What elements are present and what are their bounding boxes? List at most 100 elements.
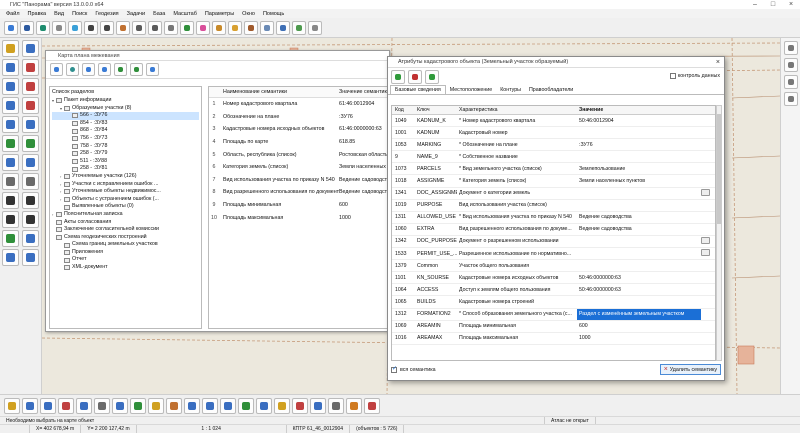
tree-item[interactable]: › Уточняемые участки (126)	[52, 173, 199, 181]
measure-icon[interactable]	[212, 20, 226, 35]
data-control-toggle[interactable]: контроль данных	[669, 73, 720, 79]
attribute-row[interactable]: 1060 EXTRA Вид разрешенного использования …	[392, 224, 715, 236]
chain-icon[interactable]	[2, 230, 19, 247]
text-icon[interactable]	[2, 116, 19, 133]
edit-value-button[interactable]	[701, 249, 710, 257]
boundary-icon[interactable]	[184, 397, 200, 414]
attribute-row[interactable]: 1065 BUILDS Кадастровые номера строений	[392, 296, 715, 309]
plan-help-icon[interactable]	[66, 63, 79, 76]
fit-icon[interactable]	[783, 92, 798, 106]
menu-file[interactable]: Файл	[2, 11, 24, 17]
attribute-value[interactable]: 600	[577, 323, 701, 329]
tab-basic-info[interactable]: Базовые сведения	[390, 85, 446, 94]
cancel-x-icon[interactable]	[408, 70, 422, 84]
attribute-value[interactable]: Ведение садоводства	[577, 226, 701, 232]
zoom-one-icon[interactable]	[164, 20, 178, 35]
tree-item[interactable]: 756 - :ЗУ73	[52, 135, 199, 143]
tree-item[interactable]: XML-документ	[52, 264, 199, 272]
cut-icon[interactable]	[21, 97, 39, 114]
move-point-icon[interactable]	[21, 59, 39, 76]
attribute-row[interactable]: 9 NAME_9 * Собственное название	[392, 151, 715, 164]
attribute-row[interactable]: 1311 ALLOWED_USE * Вид использования участ…	[392, 212, 715, 224]
plan-settings-icon[interactable]	[146, 63, 159, 76]
info-tool-icon[interactable]	[112, 397, 128, 414]
tree-item[interactable]: › Пояснительная записка	[52, 211, 199, 219]
arrow-back-icon[interactable]	[21, 249, 39, 266]
attribute-row[interactable]: 1101 KN_SOURSE Кадастровые номера исходных…	[392, 272, 715, 285]
tree-item[interactable]: Выявленные объекты (0)	[52, 203, 199, 211]
plot-icon[interactable]	[292, 397, 308, 414]
gear-icon[interactable]	[346, 397, 362, 414]
attribute-row[interactable]: 1073 PARCELS * Вид земельного участка (спи…	[392, 163, 715, 176]
help-question-icon[interactable]	[425, 70, 439, 84]
semantics-row[interactable]: 3 Кадастровые номера исходных объектов 61:…	[209, 123, 387, 136]
plan-export-icon[interactable]	[114, 63, 127, 76]
attribute-value[interactable]: Земли населенных пунктов	[577, 178, 701, 184]
report-icon[interactable]	[328, 397, 344, 414]
edit-icon[interactable]	[276, 20, 290, 35]
attribute-row[interactable]: 1018 ASSIGNME * Категория земель (список) З…	[392, 175, 715, 188]
tree-item[interactable]: Схема границ земельных участков	[52, 241, 199, 249]
tab-owners[interactable]: Правообладатели	[525, 86, 577, 94]
add-point-icon[interactable]	[2, 78, 19, 95]
rotate-icon[interactable]	[2, 135, 19, 152]
group-select-icon[interactable]	[76, 397, 92, 414]
all-semantics-checkbox[interactable]: ✓	[391, 366, 397, 373]
zoom-in-icon[interactable]	[132, 20, 146, 35]
tree-item[interactable]: 258 - :ЗУ81	[52, 165, 199, 173]
menu-tasks[interactable]: Задачи	[123, 11, 149, 17]
house-icon[interactable]	[166, 397, 182, 414]
semantics-row[interactable]: 10 Площадь максимальная 1000	[209, 211, 387, 224]
menu-help[interactable]: Помощь	[259, 11, 288, 17]
tree-item[interactable]: 854 - :ЗУ83	[52, 120, 199, 128]
object-info-icon[interactable]	[116, 20, 130, 35]
tree-item[interactable]: Заключение согласительной комиссии	[52, 226, 199, 234]
snap-icon[interactable]	[21, 173, 39, 190]
xml-export-icon[interactable]	[130, 397, 146, 414]
undo-icon[interactable]	[21, 230, 39, 247]
palette-icon[interactable]	[196, 20, 210, 35]
pencil-icon[interactable]	[2, 40, 19, 57]
data-control-checkbox[interactable]	[669, 73, 676, 79]
attribute-row[interactable]: 1342 DOC_PURPOSE Документ о разрешенном ис…	[392, 236, 715, 249]
attribute-value[interactable]: :ЗУ76	[577, 142, 701, 148]
grid-icon[interactable]	[228, 20, 242, 35]
plan-xml-icon[interactable]	[130, 63, 143, 76]
tree-item[interactable]: 258 - :ЗУ79	[52, 150, 199, 158]
attribute-row[interactable]: 1064 ACCESS Доступ к землям общего пользов…	[392, 284, 715, 297]
attribute-row[interactable]: 1379 Common Участок общего пользования	[392, 260, 715, 273]
point-icon[interactable]	[202, 397, 218, 414]
tab-contours[interactable]: Контуры	[496, 86, 525, 94]
tab-location[interactable]: Местоположение	[446, 86, 496, 94]
menu-scale[interactable]: Масштаб	[169, 11, 201, 17]
semantics-row[interactable]: 7 Вид использования участка по приказу N …	[209, 174, 387, 187]
attribute-row[interactable]: 1069 AREAMIN Площадь минимальная 600	[392, 321, 715, 333]
attribute-row[interactable]: 1312 FORMATION2 * Способ образования земел…	[392, 308, 715, 321]
object-arrow-icon[interactable]	[22, 397, 38, 414]
zoom-in-side-icon[interactable]	[783, 41, 798, 55]
attribute-value[interactable]: 50:46:0000000:63	[577, 287, 701, 293]
route-icon[interactable]	[220, 397, 236, 414]
parcel-tool-icon[interactable]	[274, 397, 290, 414]
semantics-row[interactable]: 9 Площадь минимальная 600	[209, 199, 387, 212]
attribute-value[interactable]: Раздел с изменённым земельным участком	[577, 308, 701, 320]
survey-icon[interactable]	[310, 397, 326, 414]
open-map-icon[interactable]	[4, 20, 18, 35]
attribute-value[interactable]: Ведение садоводства	[577, 214, 701, 220]
polygon-icon[interactable]	[2, 59, 19, 76]
menu-view[interactable]: Вид	[50, 11, 68, 17]
tree-item[interactable]: Отчет	[52, 256, 199, 264]
attribute-value[interactable]: Землепользование	[577, 166, 701, 172]
tree-item[interactable]: › Объекты с устранением ошибок (...	[52, 196, 199, 204]
pan-icon[interactable]	[783, 75, 798, 89]
copy-icon[interactable]	[21, 135, 39, 152]
tree-item[interactable]: 758 - :ЗУ78	[52, 143, 199, 151]
zoom-out-side-icon[interactable]	[783, 58, 798, 72]
tree-item[interactable]: Схема геодезических построений	[52, 234, 199, 242]
sign-icon[interactable]	[94, 397, 110, 414]
section-tree[interactable]: Список разделов ▾ Пакет информации ▾ Образу…	[49, 86, 202, 329]
plan-open-icon[interactable]	[50, 63, 63, 76]
attribute-row[interactable]: 1049 KADNUM_K * Номер кадастрового квартал…	[392, 115, 715, 128]
semantics-row[interactable]: 6 Категория земель (список) Земли населенн…	[209, 161, 387, 174]
attribute-row[interactable]: 1019 PURPOSE Вид использования участка (сп…	[392, 200, 715, 212]
